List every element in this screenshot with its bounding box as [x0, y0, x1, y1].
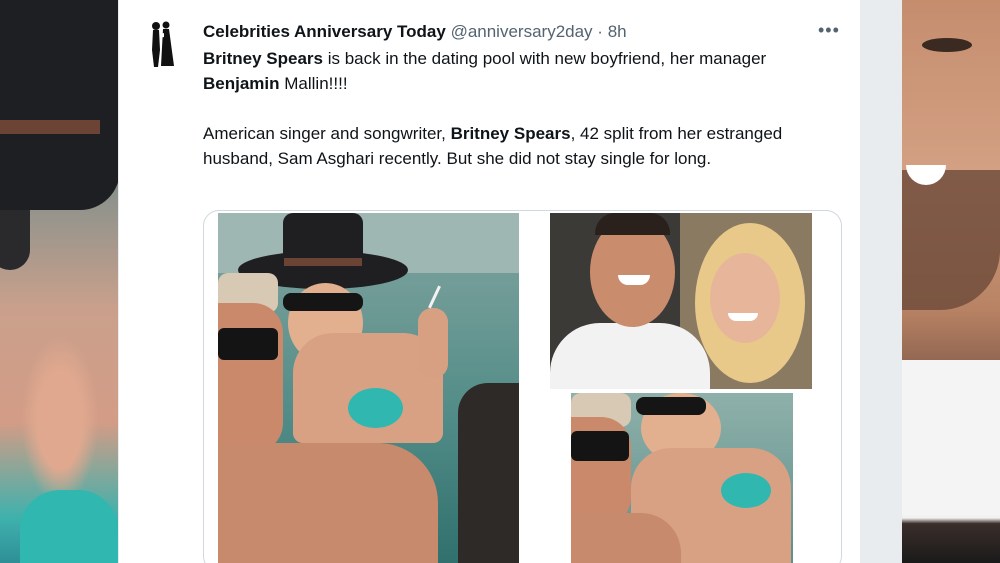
man-sunglasses	[571, 431, 629, 461]
woman-smile	[728, 313, 758, 321]
tweet-text: Britney Spears is back in the dating poo…	[203, 46, 843, 196]
background-beard	[902, 170, 1000, 310]
background-blur-right	[902, 0, 1000, 563]
bold-name-britney: Britney Spears	[450, 124, 571, 143]
text-segment: Mallin!!!!	[279, 74, 348, 93]
tweet-paragraph-1: Britney Spears is back in the dating poo…	[203, 46, 843, 96]
man-torso	[218, 443, 438, 563]
timestamp[interactable]: 8h	[608, 22, 627, 41]
user-handle[interactable]: @anniversary2day	[451, 22, 593, 41]
tweet-header: Celebrities Anniversary Today @anniversa…	[203, 22, 763, 42]
text-segment: is back in the dating pool with new boyf…	[323, 49, 767, 68]
photo-pool-selfie[interactable]	[218, 213, 519, 563]
background-shirt	[902, 360, 1000, 515]
background-hat	[0, 0, 118, 210]
media-grid	[203, 210, 842, 563]
background-blur-left	[0, 0, 118, 563]
bikini-top	[348, 388, 403, 428]
raised-hand	[418, 308, 448, 378]
woman-sunglasses	[636, 397, 706, 415]
display-name[interactable]: Celebrities Anniversary Today	[203, 22, 446, 41]
tweet-card[interactable]: Celebrities Anniversary Today @anniversa…	[119, 0, 860, 563]
woman-face	[710, 253, 780, 343]
wedding-couple-icon[interactable]	[141, 20, 181, 68]
pool-float	[458, 383, 519, 563]
text-segment: American singer and songwriter,	[203, 124, 451, 143]
man-white-shirt	[550, 323, 710, 389]
photo-couple-selfie[interactable]	[550, 213, 812, 389]
bold-name-britney: Britney Spears	[203, 49, 323, 68]
man-sunglasses	[218, 328, 278, 360]
background-hat-band	[0, 120, 100, 134]
background-glasses	[0, 210, 30, 270]
background-eye	[922, 38, 972, 52]
man-hair	[595, 213, 670, 235]
bold-name-benjamin: Benjamin	[203, 74, 280, 93]
man-smile	[618, 275, 650, 285]
photo-pool-selfie-2[interactable]	[571, 393, 793, 563]
separator-dot: ·	[597, 22, 603, 41]
man-face	[218, 303, 283, 453]
woman-sunglasses	[283, 293, 363, 311]
tweet-paragraph-2: American singer and songwriter, Britney …	[203, 121, 843, 171]
bikini-top	[721, 473, 771, 508]
hat-band	[284, 258, 362, 266]
man-torso	[571, 513, 681, 563]
background-bikini	[20, 490, 118, 563]
cigarette	[428, 285, 441, 309]
more-options-icon[interactable]: •••	[818, 20, 840, 41]
